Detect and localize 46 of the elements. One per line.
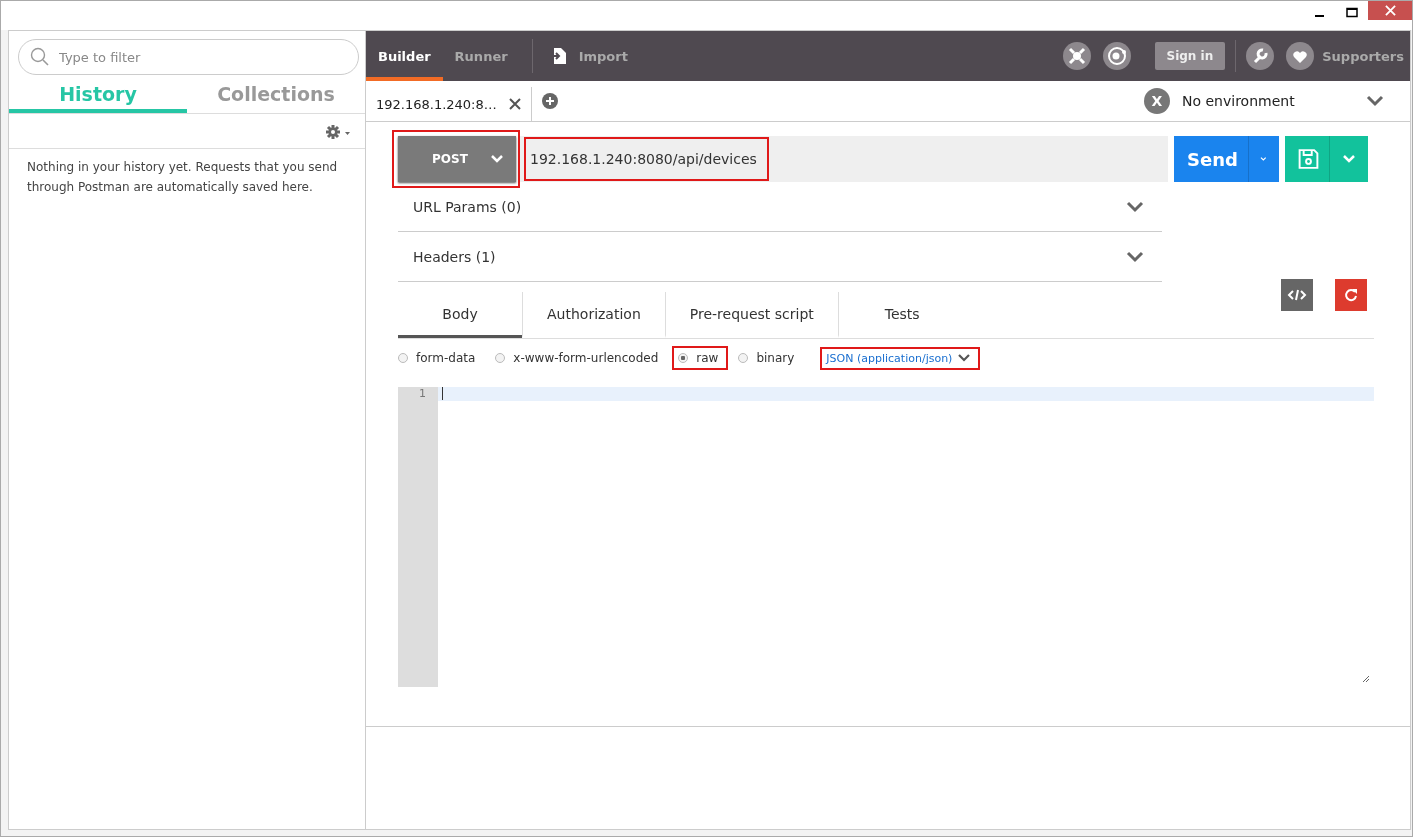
environment-dropdown[interactable]: X No environment xyxy=(1144,88,1384,114)
maximize-icon[interactable] xyxy=(1346,7,1358,19)
chevron-down-icon xyxy=(1366,95,1384,107)
close-icon[interactable] xyxy=(508,98,521,110)
chevron-down-icon[interactable] xyxy=(1260,154,1267,164)
section-header[interactable]: Headers (1) xyxy=(398,232,1162,282)
empty-history-message: Nothing in your history yet. Requests that you send through Postman are automatically saved here. xyxy=(27,159,339,196)
supporters-link[interactable]: Supporters xyxy=(1322,48,1404,64)
line-number: 1 xyxy=(418,387,427,401)
toolbar-tab[interactable]: Builder xyxy=(366,31,443,81)
chevron-down-icon xyxy=(1126,200,1144,213)
chevron-down-icon xyxy=(1126,250,1144,263)
radio-button[interactable] xyxy=(738,353,749,363)
add-tab-icon[interactable] xyxy=(541,93,558,109)
code-button[interactable] xyxy=(1281,279,1313,311)
orbit-icon[interactable] xyxy=(1102,42,1131,70)
body-tab[interactable]: Pre-request script xyxy=(664,292,838,338)
radio-label[interactable]: binary xyxy=(756,351,795,365)
close-button[interactable] xyxy=(1368,1,1412,20)
resize-grip-icon[interactable] xyxy=(1362,675,1370,683)
radio-button[interactable] xyxy=(678,353,689,363)
method-dropdown[interactable]: POST xyxy=(398,136,516,182)
radio-label[interactable]: raw xyxy=(696,351,719,365)
chevron-down-icon xyxy=(490,154,504,164)
radio-button[interactable] xyxy=(398,353,408,363)
refresh-icon xyxy=(1344,288,1358,302)
send-button[interactable]: Send xyxy=(1174,136,1279,182)
radio-label[interactable]: form-data xyxy=(416,351,476,365)
chevron-down-icon xyxy=(958,354,971,362)
gear-icon[interactable] xyxy=(325,124,351,140)
content-type-dropdown[interactable]: JSON (application/json) xyxy=(826,351,971,365)
close-icon xyxy=(1384,5,1396,16)
wrench-icon[interactable] xyxy=(1246,42,1275,70)
reset-button[interactable] xyxy=(1335,279,1367,311)
body-tab[interactable]: Tests xyxy=(837,292,966,338)
search-field[interactable]: Type to filter xyxy=(18,39,359,75)
body-tab[interactable]: Authorization xyxy=(522,292,665,338)
code-icon xyxy=(1287,289,1307,301)
satellite-icon[interactable] xyxy=(1062,42,1091,70)
radio-label[interactable]: x-www-form-urlencoded xyxy=(513,351,659,365)
radio-button[interactable] xyxy=(495,353,506,363)
body-tab[interactable]: Body xyxy=(398,292,522,338)
import-button[interactable]: Import xyxy=(544,47,634,65)
section-header[interactable]: URL Params (0) xyxy=(398,182,1162,232)
toolbar-tab[interactable]: Runner xyxy=(442,31,520,81)
url-field[interactable]: 192.168.1.240:8080/api/devices xyxy=(520,136,1168,182)
